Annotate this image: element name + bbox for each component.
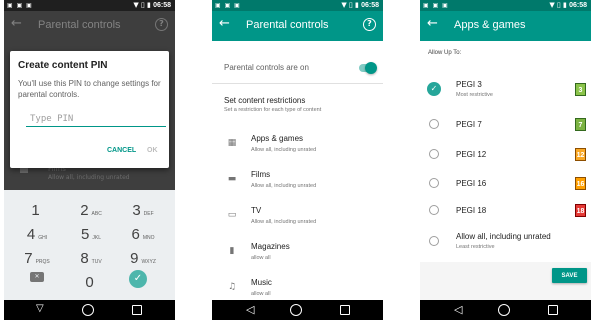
nav-recent-icon[interactable] [132,305,142,315]
nav-home-icon[interactable] [290,304,302,316]
pegi-3-badge: 3 [575,83,586,96]
magazines-icon: ▮ [229,246,235,256]
nav-back-icon[interactable]: ▽ [36,303,44,314]
status-time: 06:58 [153,2,171,9]
help-icon[interactable]: ? [363,18,376,31]
toolbar: ← Parental controls ? [212,11,383,41]
nav-recent-icon[interactable] [340,305,350,315]
parental-controls-toggle-row[interactable]: Parental controls are on [212,53,383,81]
ok-button[interactable]: OK [147,147,158,154]
radio-icon[interactable] [429,178,439,188]
toolbar-title: Apps & games [454,19,526,31]
radio-icon[interactable] [429,149,439,159]
key-8[interactable]: 8 TUV [66,246,116,270]
radio-icon[interactable] [429,236,439,246]
toolbar: ← Apps & games [420,11,591,41]
parental-controls-toggle[interactable] [359,62,377,74]
dialog-message: You'll use this PIN to change settings f… [18,79,161,99]
backspace-icon[interactable]: ✕ [30,272,44,282]
rating-option-pegi-16[interactable]: PEGI 16 16 [420,169,591,199]
radio-icon[interactable] [429,119,439,129]
nav-home-icon[interactable] [82,304,94,316]
nav-back-icon[interactable]: ◁ [246,303,254,316]
status-bar: ▣ ▣ ▣ ▼ ▯ ▮ 06:58 [4,0,175,11]
back-arrow-icon[interactable]: ← [427,16,438,31]
notification-icons: ▣ ▣ ▣ [7,2,33,9]
radio-checked-icon[interactable]: ✓ [427,82,441,96]
status-time: 06:58 [569,2,587,9]
rating-option-pegi-7[interactable]: PEGI 7 7 [420,110,591,140]
phone-create-pin-screen: ▣ ▣ ▣ ▼ ▯ ▮ 06:58 ← Parental controls ? … [4,0,175,320]
nav-back-icon[interactable]: ◁ [454,303,462,316]
navigation-bar: ▽ [4,300,175,320]
key-5[interactable]: 5 JKL [66,222,116,246]
toolbar-title: Parental controls [38,19,121,31]
films-icon: ▬ [227,174,237,184]
pegi-18-badge: 18 [575,204,586,217]
back-arrow-icon[interactable]: ← [219,16,230,31]
dialog-title: Create content PIN [18,60,108,71]
rating-option-pegi-18[interactable]: PEGI 18 18 [420,196,591,226]
confirm-check-icon[interactable]: ✓ [129,270,147,288]
key-2[interactable]: 2 ABC [66,198,116,222]
phone-parental-controls-screen: ▣ ▣ ▣ ▼ ▯ ▮ 06:58 ← Parental controls ? … [212,0,383,320]
back-arrow-icon[interactable]: ← [11,16,22,31]
nav-home-icon[interactable] [498,304,510,316]
key-7[interactable]: 7 PRQS [12,246,62,270]
music-icon: ♫ [227,282,237,292]
navigation-bar: ◁ [212,300,383,320]
rating-option-allow-all[interactable]: Allow all, including unrated Least restr… [420,227,591,257]
nav-recent-icon[interactable] [548,305,558,315]
phone-apps-games-screen: ▣ ▣ ▣ ▼ ▯ ▮ 06:58 ← Apps & games Allow U… [420,0,591,320]
section-subtitle: Set a restriction for each type of conte… [224,107,322,113]
parental-controls-status: Parental controls are on [224,63,309,72]
key-1[interactable]: 1 [12,198,62,222]
navigation-bar: ◁ [420,300,591,320]
notification-icons: ▣ ▣ ▣ [423,2,449,9]
allow-up-to-label: Allow Up To: [428,50,462,56]
tv-icon: ▭ [227,210,237,220]
key-3[interactable]: 3 DEF [118,198,168,222]
toggle-thumb [365,62,377,74]
key-0[interactable]: 0 [66,270,116,294]
notification-icons: ▣ ▣ ▣ [215,2,241,9]
section-title: Set content restrictions [224,96,306,105]
signal-battery-icons: ▼ ▯ ▮ [133,1,151,9]
create-pin-dialog: Create content PIN You'll use this PIN t… [10,51,169,168]
restriction-row-films[interactable]: ▬ Films Allow all, including unrated [212,164,383,197]
pegi-16-badge: 16 [575,177,586,190]
restriction-row-apps-games[interactable]: ▦ Apps & games Allow all, including unra… [212,128,383,161]
restriction-row-magazines[interactable]: ▮ Magazines allow all [212,236,383,269]
status-time: 06:58 [361,2,379,9]
apps-icon: ▦ [227,138,237,148]
key-6[interactable]: 6 MNO [118,222,168,246]
toolbar-title: Parental controls [246,19,329,31]
pegi-12-badge: 12 [575,148,586,161]
status-bar: ▣ ▣ ▣ ▼ ▯ ▮ 06:58 [420,0,591,11]
toolbar: ← Parental controls ? [4,11,175,41]
signal-battery-icons: ▼ ▯ ▮ [549,1,567,9]
rating-option-pegi-3[interactable]: ✓ PEGI 3 Most restrictive 3 [420,75,591,105]
save-button[interactable]: SAVE [552,268,587,283]
pegi-7-badge: 7 [575,118,586,131]
rating-option-pegi-12[interactable]: PEGI 12 12 [420,140,591,170]
key-4[interactable]: 4 GHI [12,222,62,246]
signal-battery-icons: ▼ ▯ ▮ [341,1,359,9]
status-bar: ▣ ▣ ▣ ▼ ▯ ▮ 06:58 [212,0,383,11]
help-icon[interactable]: ? [155,18,168,31]
numeric-keypad: 1 2 ABC 3 DEF 4 GHI 5 JKL 6 MNO 7 PRQS 8 TUV 9W… [4,190,175,300]
radio-icon[interactable] [429,205,439,215]
key-9[interactable]: 9 WXYZ [118,246,168,270]
restriction-row-tv[interactable]: ▭ TV Allow all, including unrated [212,200,383,233]
pin-input[interactable] [26,112,166,127]
divider [212,83,383,84]
cancel-button[interactable]: CANCEL [107,147,136,154]
